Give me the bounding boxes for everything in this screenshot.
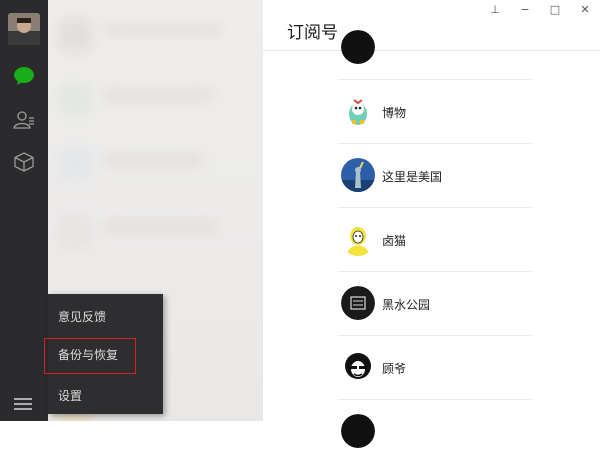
avatar[interactable] bbox=[8, 13, 40, 45]
subscriptions-pane: ⊥ − □ ✕ 订阅号 博物 这里是美国 卤猫 黑水公园 顾爷 bbox=[263, 0, 600, 448]
page-title: 订阅号 bbox=[287, 23, 338, 43]
subscription-name: 卤猫 bbox=[382, 234, 407, 248]
subscription-avatar bbox=[341, 286, 375, 320]
list-item[interactable]: 卤猫 bbox=[339, 208, 531, 272]
list-item[interactable]: 黑水公园 bbox=[339, 272, 531, 336]
list-item[interactable]: 这里是美国 bbox=[339, 144, 531, 208]
list-item[interactable] bbox=[339, 16, 531, 80]
favorites-icon[interactable] bbox=[8, 146, 40, 178]
subscription-name: 黑水公园 bbox=[382, 298, 431, 312]
close-icon[interactable]: ✕ bbox=[570, 0, 600, 18]
contacts-icon[interactable] bbox=[8, 104, 40, 136]
subscription-name: 这里是美国 bbox=[382, 170, 443, 184]
feedback-menu-item[interactable]: 意见反馈 bbox=[48, 302, 163, 332]
sidebar bbox=[0, 0, 48, 421]
list-item[interactable]: 博物 bbox=[339, 80, 531, 144]
list-item[interactable]: 顾爷 bbox=[339, 336, 531, 400]
subscription-avatar bbox=[341, 414, 375, 448]
subscription-avatar bbox=[341, 94, 375, 128]
settings-menu-item[interactable]: 设置 bbox=[48, 381, 163, 411]
menu-icon[interactable] bbox=[11, 394, 35, 414]
subscription-avatar bbox=[341, 222, 375, 256]
subscription-avatar bbox=[341, 30, 375, 64]
highlight-box bbox=[44, 338, 136, 374]
subscription-name: 博物 bbox=[382, 106, 407, 120]
list-item[interactable] bbox=[339, 400, 531, 464]
subscription-avatar bbox=[341, 350, 375, 384]
maximize-icon[interactable]: □ bbox=[540, 0, 570, 18]
subscription-name: 顾爷 bbox=[382, 362, 407, 376]
subscription-avatar bbox=[341, 158, 375, 192]
chat-icon[interactable] bbox=[8, 60, 40, 92]
